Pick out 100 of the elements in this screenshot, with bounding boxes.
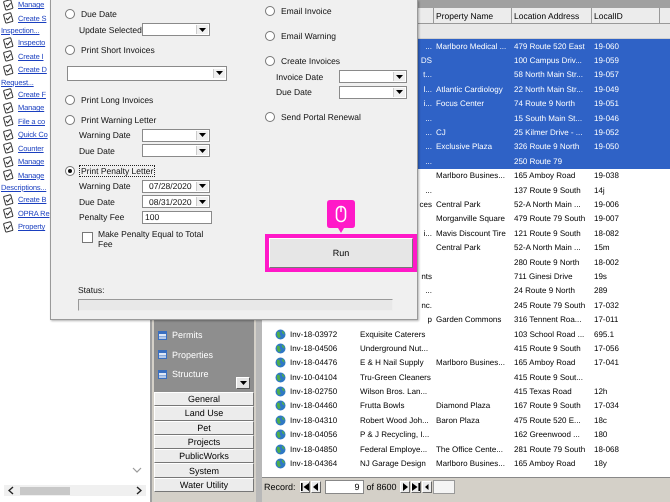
scroll-left-icon[interactable] bbox=[8, 486, 14, 495]
table-cell: ... bbox=[425, 156, 432, 166]
table-row[interactable]: Inv-18-04476 E & H Nail Supply Marlboro Busines... 165 Amboy Road 17-041 bbox=[262, 356, 670, 370]
dropdown-button[interactable] bbox=[236, 376, 250, 389]
globe-icon bbox=[274, 414, 286, 426]
radio-option[interactable]: Email Invoice bbox=[265, 3, 334, 19]
table-cell: 415 Texas Road bbox=[514, 387, 572, 396]
module-button[interactable]: Projects bbox=[154, 434, 254, 450]
table-row[interactable]: Inv-18-04460 Frutta Bowls Diamond Plaza 167 Route 9 South 17-034 bbox=[262, 398, 670, 414]
globe-icon bbox=[274, 458, 286, 470]
table-cell: Inv-18-04310 bbox=[290, 416, 338, 425]
skip-last-icon bbox=[412, 482, 420, 490]
dropdown-field[interactable] bbox=[339, 86, 407, 99]
column-header[interactable]: Location Address bbox=[514, 10, 580, 20]
table-cell: Morganville Square bbox=[436, 214, 505, 224]
table-cell: 52-A North Main ... bbox=[514, 200, 581, 209]
triangle-left-icon bbox=[312, 482, 320, 490]
checkbox-option[interactable]: Make Penalty Equal to Total Fee bbox=[65, 225, 232, 249]
table-cell: ... bbox=[425, 142, 432, 152]
table-cell: 19-049 bbox=[594, 84, 619, 94]
radio-option[interactable]: Print Short Invoices bbox=[65, 42, 157, 58]
module-button[interactable]: General bbox=[154, 392, 254, 406]
table-row[interactable]: Inv-18-02750 Wilson Bros. Lan... 415 Texas Road 12h bbox=[262, 384, 670, 399]
table-cell: 711 Ginesi Drive bbox=[514, 272, 573, 281]
table-cell: 15m bbox=[594, 243, 610, 252]
table-cell: 22 North Main Str... bbox=[514, 84, 583, 94]
column-header[interactable]: LocalID bbox=[594, 10, 623, 20]
table-cell: Inv-10-04104 bbox=[290, 372, 338, 382]
dropdown-field[interactable]: 07/28/2020 bbox=[142, 180, 210, 193]
table-cell: 479 Route 79 South bbox=[514, 214, 586, 224]
dropdown-field[interactable] bbox=[142, 23, 210, 36]
radio-option[interactable]: Send Portal Renewal bbox=[265, 109, 363, 125]
dropdown-field[interactable] bbox=[142, 128, 210, 142]
globe-icon bbox=[274, 328, 286, 340]
globe-icon bbox=[274, 342, 286, 354]
caret-down-icon bbox=[396, 74, 403, 79]
table-cell: Tru-Green Cleaners bbox=[360, 372, 431, 382]
table-cell: 14j bbox=[594, 186, 605, 195]
table-row[interactable]: Inv-18-04506 Underground Nut... 415 Route 9 South 17-056 bbox=[262, 341, 670, 356]
input-field[interactable]: 100 bbox=[142, 210, 212, 224]
field-label: Due Date bbox=[276, 87, 313, 98]
table-row[interactable]: Inv-18-04850 Federal Employe... The Office Cente... 281 Route 79 South 18-068 bbox=[262, 442, 670, 456]
table-cell: 167 Route 9 South bbox=[514, 401, 581, 410]
table-row[interactable]: Inv-18-04364 NJ Garage Design Marlboro Busines... 165 Amboy Road 18y bbox=[262, 456, 670, 471]
table-cell: 19-006 bbox=[594, 200, 619, 209]
module-button[interactable]: PublicWorks bbox=[154, 449, 254, 464]
scroll-right-icon[interactable] bbox=[136, 486, 142, 495]
table-cell: NJ Garage Design bbox=[360, 459, 426, 468]
table-cell: 162 Greenwood ... bbox=[514, 430, 580, 440]
dropdown-field[interactable]: 08/31/2020 bbox=[142, 195, 210, 208]
table-cell: Central Park bbox=[436, 200, 480, 209]
table-cell: 19-050 bbox=[594, 142, 619, 152]
triangle-right-icon bbox=[400, 482, 409, 490]
scrollbar-thumb[interactable] bbox=[20, 486, 70, 494]
table-cell: 326 Route 9 North bbox=[514, 142, 580, 152]
module-button[interactable]: Pet bbox=[154, 420, 254, 435]
radio-option[interactable]: Create Invoices bbox=[265, 53, 342, 69]
scroll-left-button[interactable] bbox=[422, 480, 432, 492]
table-cell: 17-034 bbox=[594, 401, 619, 410]
table-cell: nts bbox=[421, 272, 432, 281]
module-button[interactable]: Water Utility bbox=[154, 478, 254, 492]
table-row[interactable]: Inv-18-04310 Robert Wood Joh... Baron Plaza 475 Route 520 E... 18c bbox=[262, 413, 670, 428]
module-button[interactable]: System bbox=[154, 463, 254, 478]
table-cell: 165 Amboy Road bbox=[514, 459, 576, 468]
dropdown-field[interactable] bbox=[67, 66, 227, 80]
table-row[interactable]: Inv-18-03972 Exquisite Caterers 103 School Road ... 695.1 bbox=[262, 326, 670, 342]
radio-option[interactable]: Print Warning Letter bbox=[65, 112, 158, 128]
table-cell: 17-032 bbox=[594, 300, 619, 310]
table-cell: 121 Route 9 South bbox=[514, 228, 581, 238]
first-record-button[interactable] bbox=[300, 480, 310, 492]
table-cell: E & H Nail Supply bbox=[360, 358, 424, 368]
globe-icon bbox=[274, 357, 286, 368]
dropdown-field[interactable] bbox=[339, 70, 407, 84]
table-cell: ... bbox=[425, 186, 432, 195]
table-cell: 100 Campus Driv... bbox=[514, 56, 582, 66]
last-record-button[interactable] bbox=[410, 480, 421, 492]
dropdown-field[interactable] bbox=[142, 144, 210, 158]
table-row[interactable]: Inv-18-04056 P & J Recycling, I... 162 Greenwood ... 180 bbox=[262, 428, 670, 442]
table-cell: 19-060 bbox=[594, 42, 619, 51]
column-header[interactable]: Property Name bbox=[436, 10, 494, 20]
caret-down-icon bbox=[199, 148, 206, 153]
horizontal-scrollbar[interactable] bbox=[432, 480, 455, 494]
caret-down-icon bbox=[396, 90, 403, 94]
table-row[interactable]: Inv-10-04104 Tru-Green Cleaners 415 Route 9 Sout... bbox=[262, 370, 670, 384]
module-button[interactable]: Land Use bbox=[154, 406, 254, 421]
caret-down-icon bbox=[240, 380, 246, 385]
table-cell: Exclusive Plaza bbox=[436, 142, 492, 152]
table-icon bbox=[158, 350, 167, 360]
table-cell: Federal Employe... bbox=[360, 444, 428, 454]
table-cell: 17-056 bbox=[594, 344, 619, 353]
record-number-field[interactable]: 9 bbox=[324, 480, 364, 494]
radio-option[interactable]: Due Date bbox=[65, 6, 119, 22]
chevron-down-icon[interactable] bbox=[132, 467, 142, 473]
horizontal-scrollbar[interactable] bbox=[4, 485, 146, 496]
run-button[interactable]: Run bbox=[269, 238, 413, 268]
field-label: Due Date bbox=[79, 146, 116, 156]
caret-down-icon bbox=[199, 133, 206, 138]
table-cell: 18c bbox=[594, 416, 607, 425]
radio-option[interactable]: Print Long Invoices bbox=[65, 92, 156, 108]
table-cell: Mavis Discount Tire bbox=[436, 228, 506, 238]
